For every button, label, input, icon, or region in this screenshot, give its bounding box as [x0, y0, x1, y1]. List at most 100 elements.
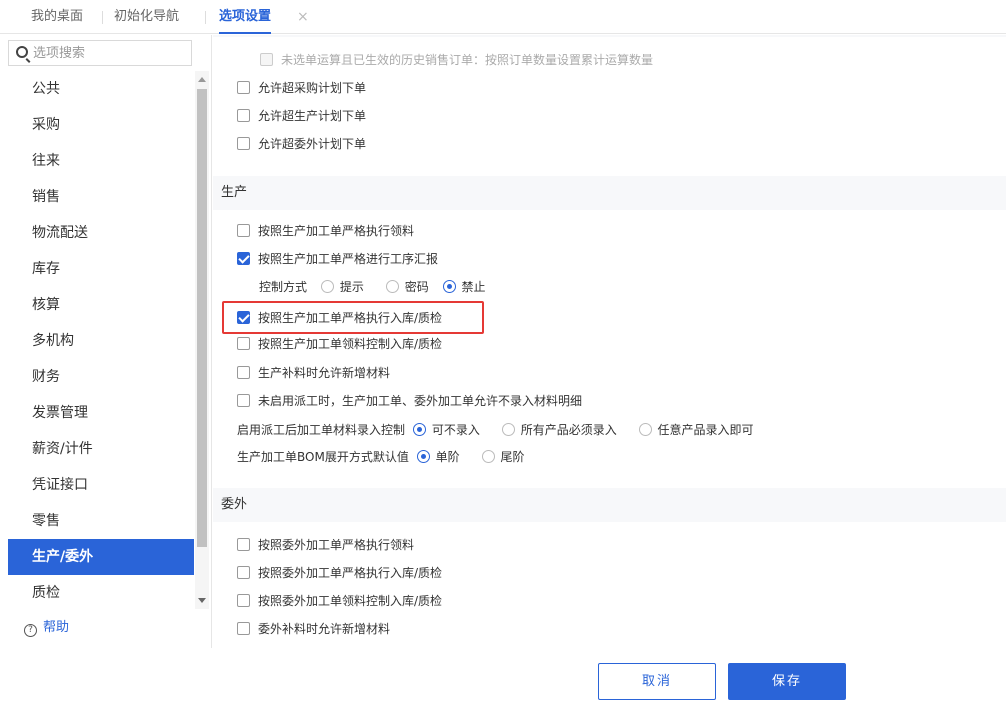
- option-row[interactable]: 生产补料时允许新增材料: [237, 363, 390, 383]
- tab-my-desktop[interactable]: 我的桌面: [31, 0, 83, 34]
- radio-password[interactable]: [385, 280, 399, 293]
- dispatch-control-label: 启用派工后加工单材料录入控制: [237, 423, 406, 437]
- help-icon: ?: [24, 624, 37, 637]
- option-label: 按照委外加工单严格执行入库/质检: [258, 566, 443, 580]
- radio-label: 密码: [404, 280, 429, 294]
- sidebar-item-payroll[interactable]: 薪资/计件: [8, 431, 194, 467]
- checkbox[interactable]: [237, 137, 250, 150]
- sidebar-item-inventory[interactable]: 库存: [8, 251, 194, 287]
- checkbox[interactable]: [237, 109, 250, 122]
- highlight-box: [222, 301, 484, 334]
- option-row[interactable]: 委外补料时允许新增材料: [237, 619, 390, 639]
- checkbox[interactable]: [237, 337, 250, 350]
- option-label: 允许超生产计划下单: [258, 109, 367, 123]
- option-row[interactable]: 允许超委外计划下单: [237, 134, 366, 154]
- checkbox-checked[interactable]: [237, 252, 250, 265]
- tab-divider: [102, 11, 103, 24]
- sidebar-item-voucher[interactable]: 凭证接口: [8, 467, 194, 503]
- option-row[interactable]: 按照生产加工单严格执行领料: [237, 221, 414, 241]
- sidebar-item-public[interactable]: 公共: [8, 71, 194, 107]
- sidebar-item-costing[interactable]: 核算: [8, 287, 194, 323]
- sidebar-item-sales[interactable]: 销售: [8, 179, 194, 215]
- bom-expand-label: 生产加工单BOM展开方式默认值: [237, 450, 409, 464]
- close-icon[interactable]: ×: [297, 0, 309, 34]
- option-row[interactable]: 按照委外加工单领料控制入库/质检: [237, 591, 442, 611]
- cancel-button[interactable]: 取消: [598, 663, 716, 700]
- radio-label: 提示: [339, 280, 364, 294]
- sidebar: 公共 采购 往来 销售 物流配送 库存 核算 多机构 财务 发票管理 薪资/计件…: [0, 35, 212, 648]
- option-label: 允许超采购计划下单: [258, 81, 367, 95]
- sidebar-item-retail[interactable]: 零售: [8, 503, 194, 539]
- help-link[interactable]: ? 帮助: [24, 618, 69, 638]
- checkbox[interactable]: [237, 538, 250, 551]
- section-header-outsource: 委外: [213, 488, 1006, 522]
- sidebar-scrollbar[interactable]: [195, 71, 209, 609]
- checkbox[interactable]: [237, 224, 250, 237]
- option-row[interactable]: 按照生产加工单严格进行工序汇报: [237, 249, 438, 269]
- radio-single-level[interactable]: [416, 450, 430, 463]
- option-label: 委外补料时允许新增材料: [258, 622, 391, 636]
- sidebar-item-multi-org[interactable]: 多机构: [8, 323, 194, 359]
- sidebar-item-qc[interactable]: 质检: [8, 575, 194, 611]
- tab-divider: [205, 11, 206, 24]
- option-label: 按照生产加工单领料控制入库/质检: [258, 337, 443, 351]
- tab-init-navigation[interactable]: 初始化导航: [114, 0, 179, 34]
- sidebar-item-purchase[interactable]: 采购: [8, 107, 194, 143]
- scroll-up-icon[interactable]: [198, 77, 206, 82]
- search-input[interactable]: [33, 43, 183, 63]
- radio-any-product[interactable]: [638, 423, 652, 436]
- sidebar-item-logistics[interactable]: 物流配送: [8, 215, 194, 251]
- option-label: 未启用派工时，生产加工单、委外加工单允许不录入材料明细: [258, 394, 583, 408]
- option-label: 按照委外加工单领料控制入库/质检: [258, 594, 443, 608]
- checkbox[interactable]: [237, 366, 250, 379]
- checkbox[interactable]: [237, 81, 250, 94]
- scroll-down-icon[interactable]: [198, 598, 206, 603]
- option-label: 按照生产加工单严格执行领料: [258, 224, 415, 238]
- control-method-label: 控制方式: [259, 280, 308, 294]
- tab-bar: 我的桌面 初始化导航 选项设置 ×: [0, 0, 1006, 34]
- radio-all-required[interactable]: [501, 423, 515, 436]
- option-row[interactable]: 按照生产加工单领料控制入库/质检: [237, 334, 442, 354]
- option-label: 按照生产加工单严格进行工序汇报: [258, 252, 439, 266]
- tab-options-settings[interactable]: 选项设置: [219, 0, 272, 34]
- option-row[interactable]: 按照委外加工单严格执行领料: [237, 535, 414, 555]
- option-label: 未选单运算且已生效的历史销售订单：按照订单数量设置累计运算数量: [281, 53, 654, 67]
- radio-label: 所有产品必须录入: [520, 423, 617, 437]
- option-row: 未选单运算且已生效的历史销售订单：按照订单数量设置累计运算数量: [260, 50, 653, 70]
- radio-forbid[interactable]: [442, 280, 456, 293]
- sidebar-nav: 公共 采购 往来 销售 物流配送 库存 核算 多机构 财务 发票管理 薪资/计件…: [8, 71, 194, 611]
- sidebar-item-finance[interactable]: 财务: [8, 359, 194, 395]
- option-label: 允许超委外计划下单: [258, 137, 367, 151]
- radio-label: 任意产品录入即可: [657, 423, 754, 437]
- checkbox: [260, 53, 273, 66]
- control-method-row: 控制方式 提示 密码 禁止: [259, 277, 486, 297]
- option-label: 生产补料时允许新增材料: [258, 366, 391, 380]
- radio-label: 单阶: [435, 450, 460, 464]
- radio-label: 禁止: [461, 280, 486, 294]
- scroll-thumb[interactable]: [197, 89, 207, 547]
- options-content: 未选单运算且已生效的历史销售订单：按照订单数量设置累计运算数量 允许超采购计划下…: [213, 35, 1006, 648]
- option-row[interactable]: 未启用派工时，生产加工单、委外加工单允许不录入材料明细: [237, 391, 582, 411]
- sidebar-item-production[interactable]: 生产/委外: [8, 539, 194, 575]
- search-box: [8, 40, 192, 66]
- sidebar-item-accounts[interactable]: 往来: [8, 143, 194, 179]
- checkbox[interactable]: [237, 394, 250, 407]
- option-label: 按照委外加工单严格执行领料: [258, 538, 415, 552]
- checkbox[interactable]: [237, 622, 250, 635]
- option-row[interactable]: 允许超生产计划下单: [237, 106, 366, 126]
- section-header-fragment: [213, 35, 1006, 37]
- bom-expand-row: 生产加工单BOM展开方式默认值 单阶 尾阶: [237, 447, 525, 467]
- radio-prompt[interactable]: [320, 280, 334, 293]
- option-row[interactable]: 按照委外加工单严格执行入库/质检: [237, 563, 442, 583]
- checkbox[interactable]: [237, 566, 250, 579]
- section-header-production: 生产: [213, 176, 1006, 210]
- radio-end-level[interactable]: [481, 450, 495, 463]
- save-button[interactable]: 保存: [728, 663, 846, 700]
- help-label: 帮助: [43, 620, 70, 635]
- tab-options-label: 选项设置: [219, 9, 272, 24]
- option-row[interactable]: 允许超采购计划下单: [237, 78, 366, 98]
- active-tab-indicator: [219, 32, 272, 34]
- sidebar-item-invoice[interactable]: 发票管理: [8, 395, 194, 431]
- checkbox[interactable]: [237, 594, 250, 607]
- radio-optional[interactable]: [412, 423, 426, 436]
